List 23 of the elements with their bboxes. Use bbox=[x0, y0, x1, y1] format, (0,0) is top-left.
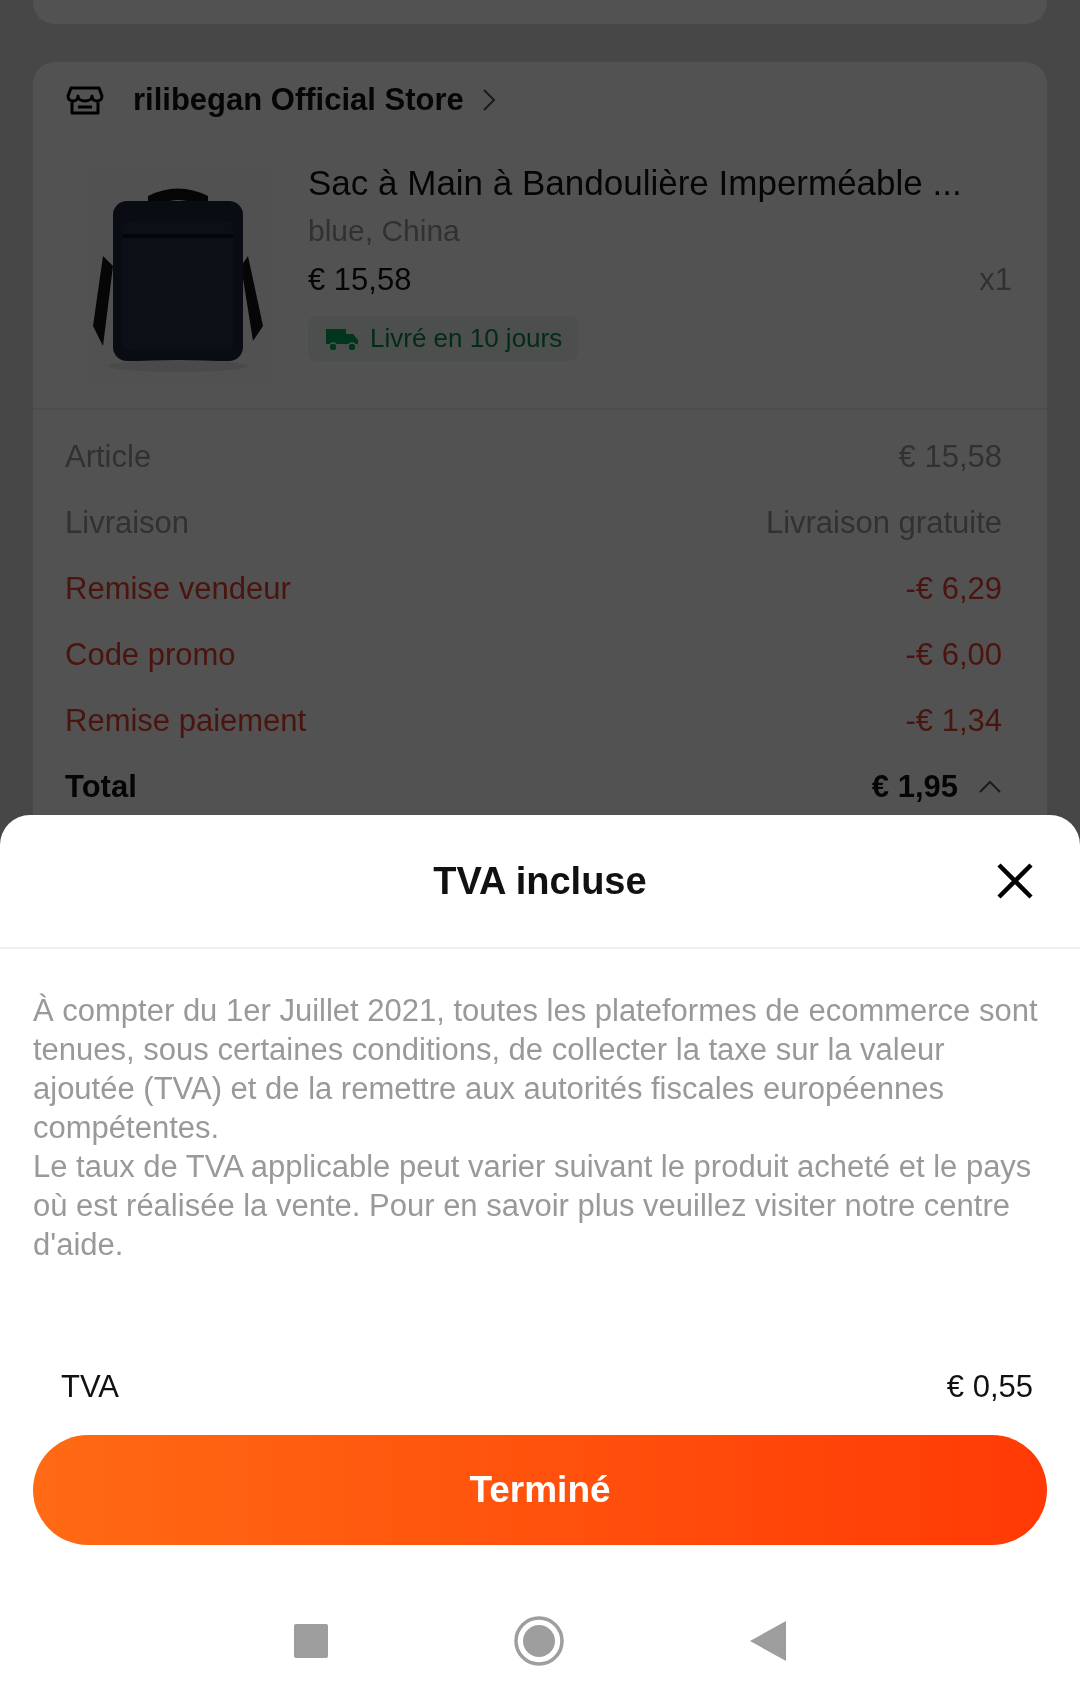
product-price: € 15,58 bbox=[308, 262, 412, 298]
done-button[interactable]: Terminé bbox=[33, 1435, 1047, 1545]
home-icon[interactable] bbox=[513, 1615, 565, 1667]
back-icon[interactable] bbox=[750, 1621, 786, 1661]
store-name[interactable]: rilibegan Official Store bbox=[133, 82, 464, 118]
summary-value: -€ 6,00 bbox=[905, 637, 1002, 673]
tax-label: TVA bbox=[61, 1369, 119, 1405]
sheet-title: TVA incluse bbox=[433, 859, 647, 903]
summary-value: -€ 6,29 bbox=[905, 571, 1002, 607]
info-paragraph: À compter du 1er Juillet 2021, toutes les plateformes de ecommerce sont tenues, sous certaines conditions, de collecter la taxe sur la valeur ajoutée (TVA) et de la remettre aux autorités fiscales européennes compétentes. bbox=[33, 992, 1039, 1147]
summary-label: Remise vendeur bbox=[65, 571, 291, 607]
chevron-up-icon[interactable] bbox=[978, 780, 1002, 794]
tax-value: € 0,55 bbox=[946, 1369, 1033, 1405]
close-icon[interactable] bbox=[995, 861, 1035, 901]
chevron-right-icon[interactable] bbox=[481, 88, 496, 112]
summary-label: Remise paiement bbox=[65, 703, 307, 739]
summary-label: Code promo bbox=[65, 637, 236, 673]
summary-value: -€ 1,34 bbox=[905, 703, 1002, 739]
delivery-text: Livré en 10 jours bbox=[370, 323, 563, 354]
info-paragraph: Le taux de TVA applicable peut varier suivant le produit acheté et le pays où est réalisée la vente. Pour en savoir plus veuillez visiter notre centre d'aide. bbox=[33, 1148, 1033, 1264]
summary-value: € 1,95 bbox=[871, 769, 958, 805]
product-title[interactable]: Sac à Main à Bandoulière Imperméable ... bbox=[308, 158, 1012, 208]
summary-label: Total bbox=[65, 769, 137, 805]
